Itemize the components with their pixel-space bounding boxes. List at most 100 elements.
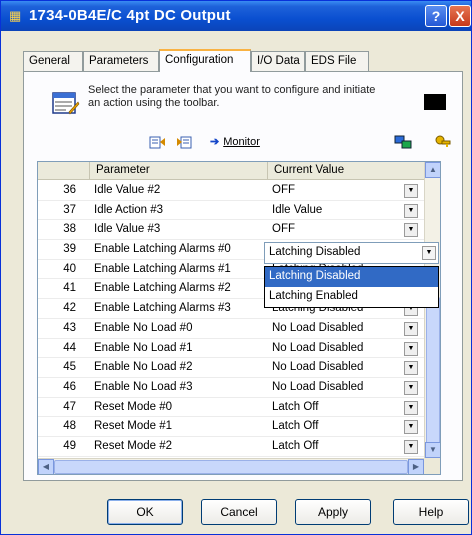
row-number: 41: [63, 282, 76, 295]
close-button[interactable]: X: [449, 5, 471, 27]
scrollbar-corner: [424, 458, 440, 474]
value-dropdown-button[interactable]: ▼: [404, 341, 418, 356]
value-dropdown-button[interactable]: ▼: [404, 361, 418, 376]
table-row[interactable]: 49 Reset Mode #2 Latch Off ▼: [38, 437, 424, 457]
scroll-down-button[interactable]: ▼: [425, 442, 440, 458]
horizontal-scrollbar[interactable]: ◀ ▶: [38, 458, 424, 474]
horizontal-scroll-thumb[interactable]: [54, 460, 408, 474]
row-number: 36: [63, 184, 76, 196]
current-value[interactable]: No Load Disabled: [268, 339, 416, 358]
column-header-current-value[interactable]: Current Value: [268, 162, 424, 180]
row-number: 38: [63, 223, 76, 236]
current-value[interactable]: No Load Disabled: [268, 378, 416, 397]
current-value[interactable]: OFF: [268, 181, 416, 200]
arrow-right-icon: ➔: [210, 136, 220, 148]
value-dropdown-button[interactable]: ▼: [404, 321, 418, 336]
table-row[interactable]: 48 Reset Mode #1 Latch Off ▼: [38, 417, 424, 437]
current-value-combobox[interactable]: Latching Disabled ▼: [264, 242, 439, 264]
upload-icon[interactable]: [148, 134, 166, 150]
column-header-number[interactable]: [38, 162, 90, 180]
title-bar[interactable]: ▦ 1734-0B4E/C 4pt DC Output ? X: [1, 1, 471, 31]
help-button[interactable]: Help: [393, 499, 469, 525]
column-header-parameter[interactable]: Parameter: [90, 162, 268, 180]
current-value[interactable]: Idle Value: [268, 201, 416, 220]
value-dropdown-button[interactable]: ▼: [404, 223, 418, 238]
tab-eds-file[interactable]: EDS File: [305, 51, 369, 71]
table-row[interactable]: 45 Enable No Load #2 No Load Disabled ▼: [38, 358, 424, 378]
value-dropdown-button[interactable]: ▼: [404, 380, 418, 395]
parameter-name: Enable Latching Alarms #2: [94, 282, 231, 295]
value-dropdown-button[interactable]: ▼: [404, 439, 418, 454]
table-row[interactable]: 38 Idle Value #3 OFF ▼: [38, 220, 424, 241]
grid-rows: 36 Idle Value #2 OFF ▼ 37 Idle Action #3 Idle …: [38, 181, 424, 457]
parameter-name: Reset Mode #0: [94, 400, 172, 413]
row-number: 47: [63, 400, 76, 413]
dialog-window: ▦ 1734-0B4E/C 4pt DC Output ? X General …: [0, 0, 472, 535]
parameter-name: Reset Mode #2: [94, 439, 172, 452]
table-row[interactable]: 46 Enable No Load #3 No Load Disabled ▼: [38, 378, 424, 398]
parameter-name: Enable No Load #3: [94, 380, 193, 393]
value-dropdown-button[interactable]: ▼: [404, 184, 418, 198]
dropdown-option-latching-disabled[interactable]: Latching Disabled: [265, 267, 438, 287]
current-value[interactable]: Latch Off: [268, 417, 416, 436]
tab-configuration[interactable]: Configuration: [159, 49, 251, 72]
download-icon[interactable]: [176, 134, 194, 150]
row-number: 37: [63, 203, 76, 216]
combobox-value: Latching Disabled: [269, 246, 361, 258]
parameter-name: Idle Value #3: [94, 223, 161, 236]
value-dropdown-button[interactable]: ▼: [404, 420, 418, 435]
module-icon: ▦: [9, 8, 22, 23]
current-value[interactable]: No Load Disabled: [268, 319, 416, 338]
ok-button[interactable]: OK: [107, 499, 183, 525]
monitor-button[interactable]: ➔ Monitor: [210, 134, 260, 150]
row-number: 44: [63, 341, 76, 354]
row-number: 42: [63, 302, 76, 315]
row-number: 45: [63, 361, 76, 374]
table-row[interactable]: 36 Idle Value #2 OFF ▼: [38, 181, 424, 201]
tab-parameters[interactable]: Parameters: [83, 51, 159, 71]
cancel-button[interactable]: Cancel: [201, 499, 277, 525]
row-number: 40: [63, 262, 76, 275]
tab-general[interactable]: General: [23, 51, 83, 71]
apply-button[interactable]: Apply: [295, 499, 371, 525]
key-icon[interactable]: [434, 134, 452, 150]
window-title: 1734-0B4E/C 4pt DC Output: [29, 7, 231, 24]
parameter-name: Enable Latching Alarms #1: [94, 262, 231, 275]
scroll-left-button[interactable]: ◀: [38, 459, 54, 474]
row-number: 43: [63, 321, 76, 334]
parameter-grid[interactable]: Parameter Current Value 36 Idle Value #2 O…: [37, 161, 441, 475]
monitor-label: Monitor: [223, 136, 260, 148]
current-value[interactable]: OFF: [268, 220, 416, 239]
table-row[interactable]: 47 Reset Mode #0 Latch Off ▼: [38, 398, 424, 418]
tab-io-data[interactable]: I/O Data: [251, 51, 305, 71]
parameter-name: Idle Value #2: [94, 184, 161, 196]
parameter-name: Reset Mode #1: [94, 420, 172, 433]
table-row[interactable]: 43 Enable No Load #0 No Load Disabled ▼: [38, 319, 424, 339]
row-number: 39: [63, 243, 76, 256]
scroll-right-button[interactable]: ▶: [408, 459, 424, 474]
parameter-name: Enable No Load #0: [94, 321, 193, 334]
current-value[interactable]: Latch Off: [268, 398, 416, 417]
current-value[interactable]: No Load Disabled: [268, 358, 416, 377]
row-number: 48: [63, 420, 76, 433]
parameter-name: Enable No Load #2: [94, 361, 193, 374]
hint-text: Select the parameter that you want to co…: [88, 84, 376, 109]
table-row[interactable]: 37 Idle Action #3 Idle Value ▼: [38, 201, 424, 221]
current-value[interactable]: Latch Off: [268, 437, 416, 456]
dropdown-option-latching-enabled[interactable]: Latching Enabled: [265, 287, 438, 307]
parameter-name: Enable Latching Alarms #0: [94, 243, 231, 256]
parameter-name: Enable Latching Alarms #3: [94, 302, 231, 315]
vertical-scrollbar[interactable]: ▲ ▼: [424, 162, 440, 458]
scroll-up-button[interactable]: ▲: [425, 162, 440, 178]
row-number: 46: [63, 380, 76, 393]
network-icon[interactable]: [394, 134, 412, 150]
vertical-scroll-thumb[interactable]: [426, 297, 440, 447]
value-dropdown-list: Latching Disabled Latching Enabled: [264, 266, 439, 308]
help-title-button[interactable]: ?: [425, 5, 447, 27]
configure-table-icon: [52, 92, 80, 115]
table-row[interactable]: 44 Enable No Load #1 No Load Disabled ▼: [38, 339, 424, 359]
value-dropdown-button[interactable]: ▼: [404, 400, 418, 415]
grid-header: Parameter Current Value: [38, 162, 424, 180]
value-dropdown-button[interactable]: ▼: [404, 203, 418, 218]
combobox-dropdown-button[interactable]: ▼: [422, 246, 436, 260]
